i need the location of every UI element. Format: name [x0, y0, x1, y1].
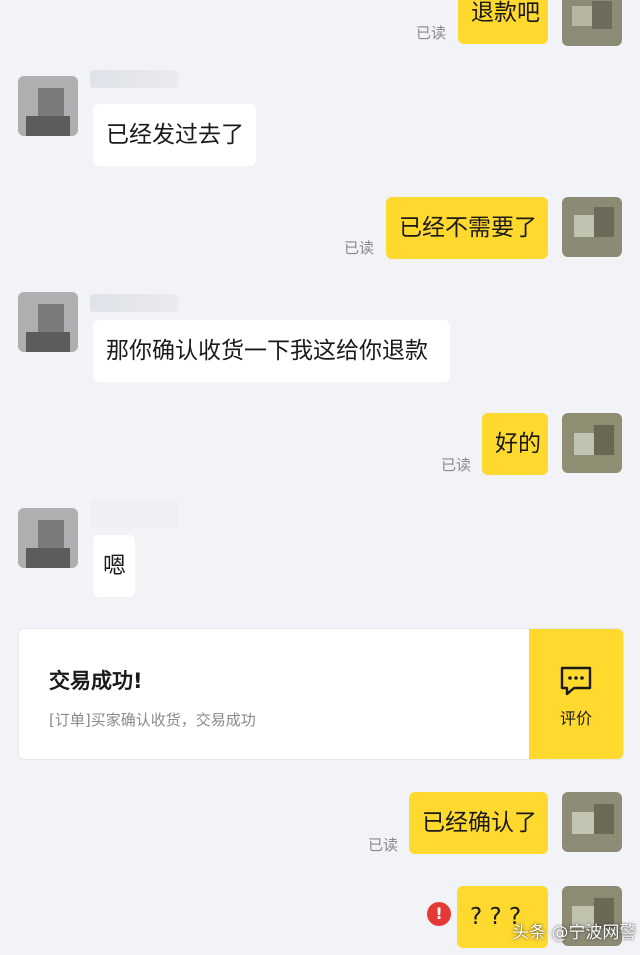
contact-nickname-blurred: [90, 294, 178, 312]
contact-avatar[interactable]: [18, 76, 78, 136]
read-receipt: 已读: [368, 836, 399, 854]
message-bubble-outgoing[interactable]: 退款吧: [458, 0, 548, 44]
order-status-description: [订单]买家确认收货，交易成功: [49, 711, 256, 729]
message-bubble-incoming[interactable]: 已经发过去了: [93, 104, 256, 166]
order-status-card[interactable]: 交易成功! [订单]买家确认收货，交易成功 评价: [18, 628, 624, 760]
my-avatar[interactable]: [562, 197, 622, 257]
contact-nickname-blurred: [90, 498, 178, 528]
my-avatar[interactable]: [562, 792, 622, 852]
order-status-title: 交易成功!: [49, 669, 143, 693]
read-receipt: 已读: [441, 456, 472, 474]
message-bubble-outgoing[interactable]: 已经确认了: [409, 792, 548, 854]
review-button[interactable]: 评价: [529, 629, 623, 759]
my-avatar[interactable]: [562, 413, 622, 473]
review-button-label: 评价: [559, 709, 592, 728]
contact-nickname-blurred: [90, 70, 178, 88]
message-bubble-outgoing[interactable]: 已经不需要了: [386, 197, 548, 259]
my-avatar[interactable]: [562, 0, 622, 46]
message-bubble-incoming[interactable]: 嗯: [93, 535, 135, 597]
contact-avatar[interactable]: [18, 292, 78, 352]
error-icon[interactable]: !: [427, 902, 451, 926]
read-receipt: 已读: [344, 239, 375, 257]
source-watermark: 头条 @宁波网警: [512, 923, 637, 943]
read-receipt: 已读: [416, 24, 447, 42]
message-bubble-incoming[interactable]: 那你确认收货一下我这给你退款: [93, 320, 450, 382]
chat-bubble-icon: [560, 666, 592, 696]
contact-avatar[interactable]: [18, 508, 78, 568]
message-bubble-outgoing[interactable]: 好的: [482, 413, 548, 475]
